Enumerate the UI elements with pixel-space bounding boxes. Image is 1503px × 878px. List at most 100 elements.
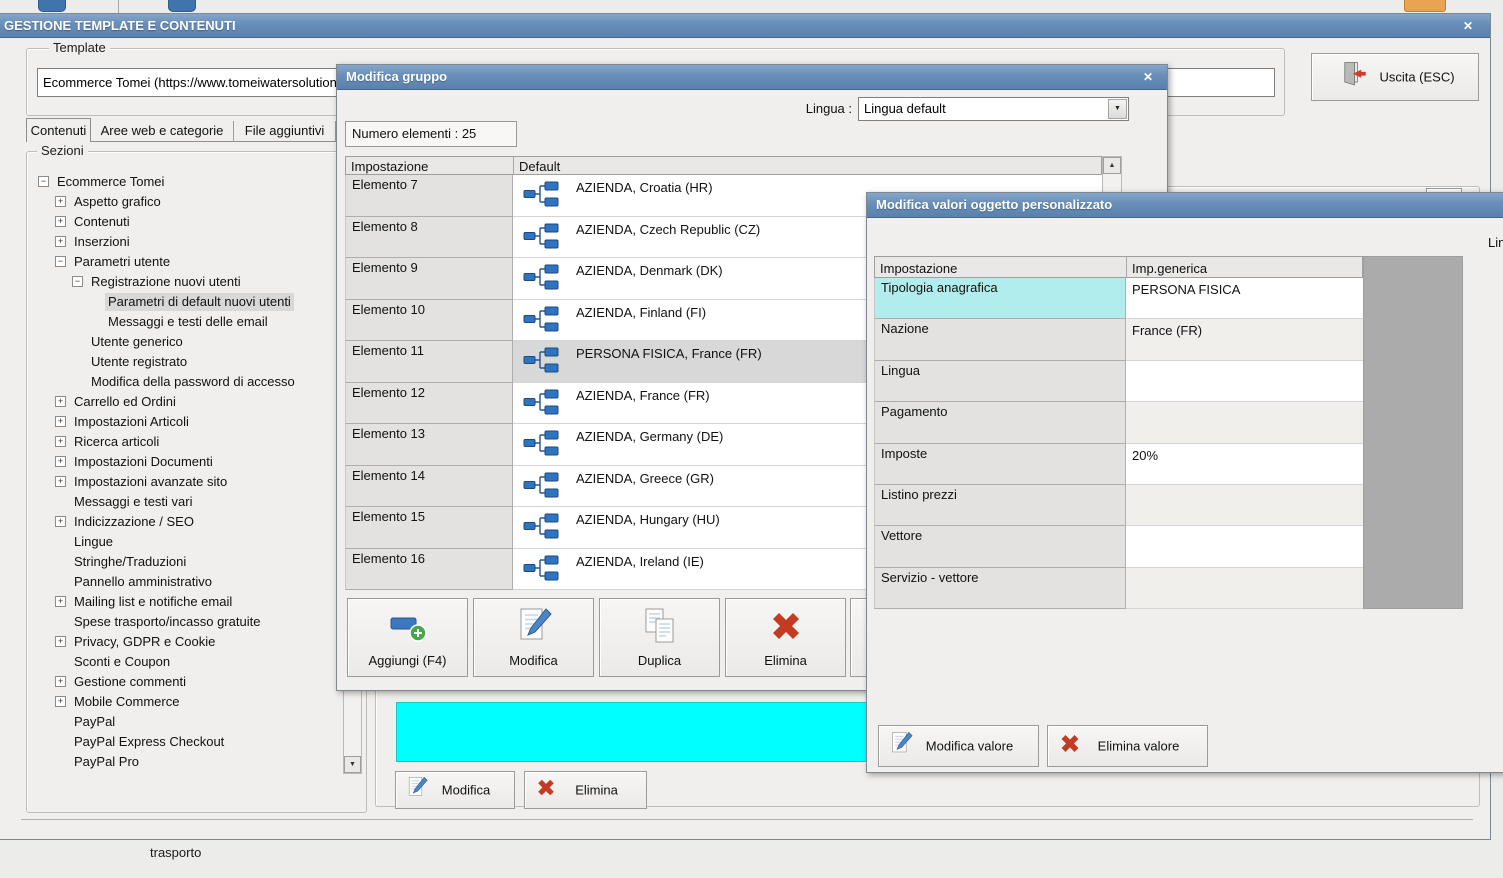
expand-icon[interactable]: + [55,516,66,527]
expand-icon[interactable]: + [55,396,66,407]
row-name-cell[interactable]: Elemento 9 [345,258,513,300]
tree-item-ricerca-articoli[interactable]: + Ricerca articoli [27,432,341,452]
collapse-icon[interactable]: − [72,276,83,287]
table-row[interactable]: Servizio - vettore [874,567,1363,609]
dialog1-close-icon[interactable]: ✕ [1137,68,1159,86]
row-name-cell[interactable]: Elemento 16 [345,548,513,590]
expand-icon[interactable]: + [55,696,66,707]
tree-item-pannello-amministrativo[interactable]: Pannello amministrativo [27,572,341,592]
table-row[interactable]: Imposte 20% [874,443,1363,485]
row-value-cell[interactable]: 20% [1126,443,1363,485]
tree-item-aspetto-grafico[interactable]: + Aspetto grafico [27,192,341,212]
column-header[interactable]: Impostazione [346,157,514,174]
scroll-down-icon[interactable]: ▼ [344,756,361,773]
tree-item-parametri-di-default-nuovi-utenti[interactable]: Parametri di default nuovi utenti [27,292,341,312]
tree-item-impostazioni-documenti[interactable]: + Impostazioni Documenti [27,452,341,472]
row-value-cell[interactable] [1126,360,1363,403]
tree-item-indicizzazione-seo[interactable]: + Indicizzazione / SEO [27,512,341,532]
tree-item-ecommerce-tomei[interactable]: − Ecommerce Tomei [27,172,341,192]
tree-item-mobile-commerce[interactable]: + Mobile Commerce [27,692,341,712]
tree-item-messaggi-e-testi-vari[interactable]: Messaggi e testi vari [27,492,341,512]
row-value-cell[interactable] [1126,484,1363,527]
table-row[interactable]: Lingua [874,360,1363,403]
elimina-button[interactable]: Elimina [524,771,647,809]
row-value-cell[interactable] [1126,526,1363,568]
row-name-cell[interactable]: Elemento 8 [345,216,513,258]
tree-item-inserzioni[interactable]: + Inserzioni [27,232,341,252]
expand-icon[interactable]: + [55,636,66,647]
tree-item-utente-generico[interactable]: Utente generico [27,332,341,352]
table-row[interactable]: Tipologia anagrafica PERSONA FISICA [874,278,1363,320]
column-header[interactable]: Impostazione [875,257,1127,277]
row-value-cell[interactable] [1126,402,1363,444]
tree-item-paypal-express-checkout[interactable]: PayPal Express Checkout [27,732,341,752]
expand-icon[interactable]: + [55,476,66,487]
row-value-cell[interactable]: PERSONA FISICA [1126,278,1363,320]
tree-item-impostazioni-avanzate-sito[interactable]: + Impostazioni avanzate sito [27,472,341,492]
expand-icon[interactable]: + [55,436,66,447]
tree-item-registrazione-nuovi-utenti[interactable]: − Registrazione nuovi utenti [27,272,341,292]
tree-item-utente-registrato[interactable]: Utente registrato [27,352,341,372]
collapse-icon[interactable]: − [55,256,66,267]
expand-icon[interactable]: + [55,236,66,247]
scroll-up-icon[interactable]: ▲ [1103,157,1121,174]
expand-icon[interactable]: + [55,676,66,687]
row-name-cell[interactable]: Elemento 12 [345,382,513,424]
row-name-cell[interactable]: Elemento 14 [345,465,513,507]
row-name-cell[interactable]: Vettore [874,526,1126,568]
tree-item-privacy-gdpr-e-cookie[interactable]: + Privacy, GDPR e Cookie [27,632,341,652]
table-row[interactable]: Pagamento [874,402,1363,444]
row-name-cell[interactable]: Elemento 10 [345,299,513,341]
duplica-button[interactable]: Duplica [599,598,720,677]
table-row[interactable]: Listino prezzi [874,484,1363,527]
column-header[interactable]: Default [514,157,1103,174]
row-name-cell[interactable]: Lingua [874,360,1126,403]
tree-item-carrello-ed-ordini[interactable]: + Carrello ed Ordini [27,392,341,412]
table-row[interactable]: Vettore [874,526,1363,568]
row-name-cell[interactable]: Elemento 13 [345,424,513,466]
elimina-button[interactable]: Elimina [725,598,846,677]
row-name-cell[interactable]: Pagamento [874,402,1126,444]
tab-contenuti[interactable]: Contenuti [26,118,91,142]
tree-item-impostazioni-articoli[interactable]: + Impostazioni Articoli [27,412,341,432]
expand-icon[interactable]: + [55,456,66,467]
tree-item-parametri-utente[interactable]: − Parametri utente [27,252,341,272]
collapse-icon[interactable]: − [38,176,49,187]
main-window-close-icon[interactable]: ✕ [1457,17,1479,35]
row-value-cell[interactable]: France (FR) [1126,319,1363,361]
expand-icon[interactable]: + [55,596,66,607]
table-row[interactable]: Nazione France (FR) [874,319,1363,361]
modifica-button[interactable]: Modifica [473,598,594,677]
elimina-valore-button[interactable]: Elimina valore [1047,725,1208,767]
modifica-button[interactable]: Modifica [395,771,515,809]
expand-icon[interactable]: + [55,196,66,207]
tab-file-aggiuntivi[interactable]: File aggiuntivi [234,121,336,142]
row-name-cell[interactable]: Elemento 7 [345,175,513,217]
expand-icon[interactable]: + [55,416,66,427]
tree-item-sconti-e-coupon[interactable]: Sconti e Coupon [27,652,341,672]
tab-aree-web-e-categorie[interactable]: Aree web e categorie [91,121,234,142]
expand-icon[interactable]: + [55,216,66,227]
tree-item-stringhe-traduzioni[interactable]: Stringhe/Traduzioni [27,552,341,572]
row-name-cell[interactable]: Nazione [874,319,1126,361]
row-name-cell[interactable]: Elemento 11 [345,341,513,383]
chevron-down-icon[interactable]: ▼ [1108,99,1127,119]
tree-item-modifica-della-password-di-accesso[interactable]: Modifica della password di accesso [27,372,341,392]
tree-item-messaggi-e-testi-delle-email[interactable]: Messaggi e testi delle email [27,312,341,332]
row-name-cell[interactable]: Servizio - vettore [874,567,1126,609]
exit-button[interactable]: Uscita (ESC) [1311,53,1479,101]
tree-item-paypal-pro[interactable]: PayPal Pro [27,752,341,772]
row-name-cell[interactable]: Elemento 15 [345,507,513,549]
tree-item-paypal[interactable]: PayPal [27,712,341,732]
tree-item-contenuti[interactable]: + Contenuti [27,212,341,232]
tree-item-lingue[interactable]: Lingue [27,532,341,552]
tree-item-spese-trasporto-incasso-gratuite[interactable]: Spese trasporto/incasso gratuite [27,612,341,632]
row-name-cell[interactable]: Listino prezzi [874,484,1126,527]
row-name-cell[interactable]: Imposte [874,443,1126,485]
tree-item-mailing-list-e-notifiche-email[interactable]: + Mailing list e notifiche email [27,592,341,612]
row-name-cell[interactable]: Tipologia anagrafica [874,278,1126,320]
modifica-valore-button[interactable]: Modifica valore [878,725,1039,767]
tree-item-gestione-commenti[interactable]: + Gestione commenti [27,672,341,692]
lingua-combobox[interactable]: Lingua default ▼ [858,97,1129,121]
row-value-cell[interactable] [1126,567,1363,609]
